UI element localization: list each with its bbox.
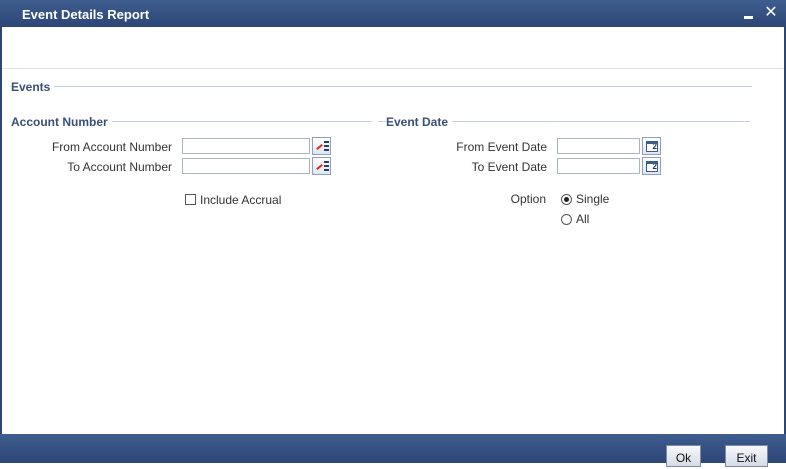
window-body xyxy=(0,27,786,434)
option-single-radio[interactable] xyxy=(561,194,572,205)
window-title: Event Details Report xyxy=(22,7,150,22)
ok-button[interactable]: Ok xyxy=(666,445,701,467)
from-account-lov-icon[interactable] xyxy=(312,137,331,155)
toolbar-strip xyxy=(2,27,784,69)
to-account-label: To Account Number xyxy=(67,160,172,174)
to-event-date-input[interactable] xyxy=(557,158,640,174)
events-divider xyxy=(10,86,752,87)
from-account-label: From Account Number xyxy=(51,140,172,154)
title-bar: Event Details Report ✕ xyxy=(0,0,786,27)
account-number-heading: Account Number xyxy=(11,115,112,129)
exit-button[interactable]: Exit xyxy=(725,445,768,467)
to-account-input[interactable] xyxy=(182,158,310,174)
option-all-radio[interactable] xyxy=(561,214,572,225)
calendar-glyph: 2 xyxy=(646,141,658,152)
option-label: Option xyxy=(510,192,546,206)
to-event-date-calendar-icon[interactable]: 2 xyxy=(642,157,661,175)
include-accrual-label: Include Accrual xyxy=(200,193,282,207)
option-single-label: Single xyxy=(576,192,610,206)
to-event-date-label: To Event Date xyxy=(471,160,547,174)
from-event-date-calendar-icon[interactable]: 2 xyxy=(642,137,661,155)
close-icon[interactable]: ✕ xyxy=(762,3,780,23)
event-date-heading: Event Date xyxy=(386,115,453,129)
from-account-input[interactable] xyxy=(182,138,310,154)
minimize-icon[interactable] xyxy=(740,3,758,23)
events-heading: Events xyxy=(11,80,55,94)
to-account-lov-icon[interactable] xyxy=(312,157,331,175)
option-all-label: All xyxy=(576,212,590,226)
include-accrual-checkbox[interactable] xyxy=(185,194,196,205)
calendar-glyph: 2 xyxy=(646,161,658,172)
from-event-date-label: From Event Date xyxy=(456,140,547,154)
from-event-date-input[interactable] xyxy=(557,138,640,154)
